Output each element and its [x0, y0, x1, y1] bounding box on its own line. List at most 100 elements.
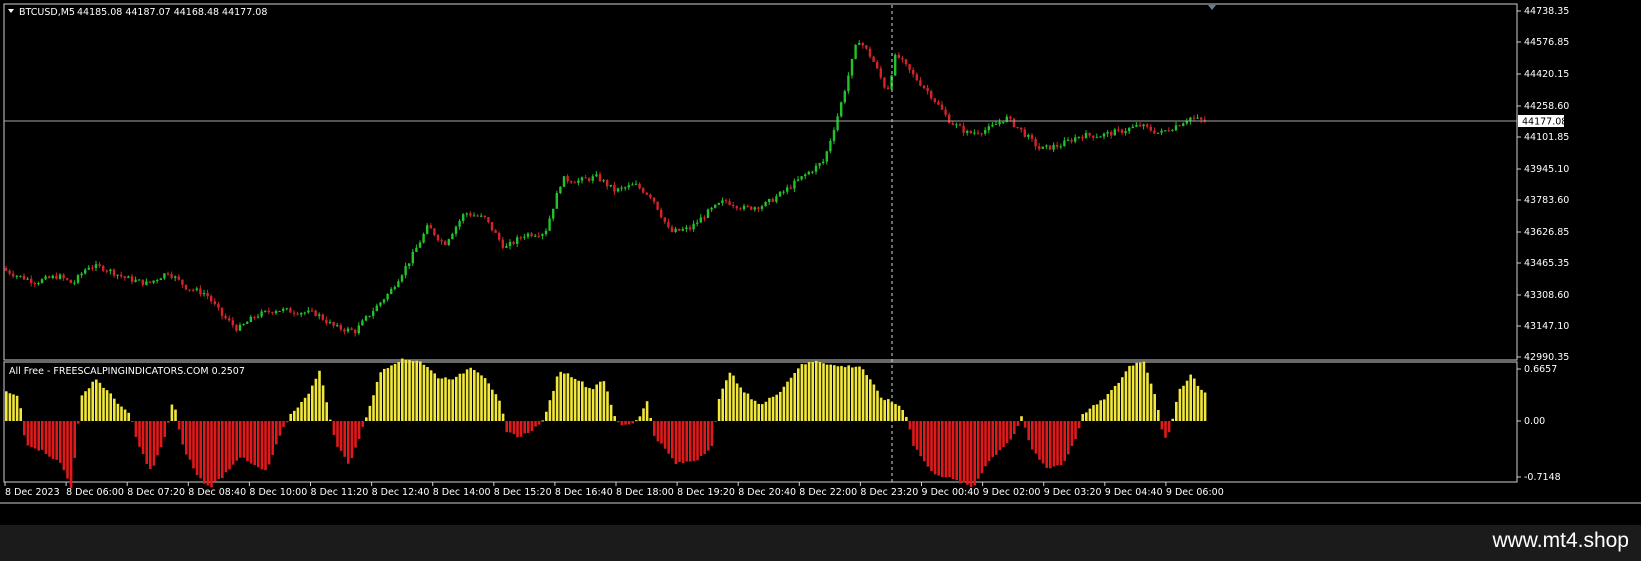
- histogram-bar: [1085, 412, 1088, 421]
- histogram-bar: [339, 421, 343, 451]
- candle-body: [714, 204, 717, 208]
- histogram-bar: [631, 421, 634, 424]
- candle-body: [1113, 129, 1116, 136]
- candle-body: [634, 183, 638, 185]
- histogram-bar: [422, 364, 426, 421]
- candle-body: [451, 233, 454, 240]
- histogram-bar: [1193, 378, 1196, 421]
- candle-body: [1023, 129, 1026, 137]
- histogram-bar: [804, 364, 807, 421]
- candle-body: [426, 225, 429, 234]
- histogram-bar: [51, 421, 55, 459]
- candle-body: [400, 275, 404, 282]
- candle-body: [854, 44, 857, 59]
- candle-body: [624, 187, 627, 189]
- time-tick-label: 8 Dec 20:40: [738, 487, 796, 498]
- candle-body: [1182, 123, 1185, 127]
- histogram-bar: [87, 388, 91, 421]
- candle-body: [796, 179, 800, 181]
- histogram-bar: [1031, 421, 1034, 450]
- candle-body: [994, 124, 998, 126]
- histogram-bar: [1067, 421, 1070, 455]
- time-tick-label: 8 Dec 10:00: [249, 487, 307, 498]
- price-tick-label: 44101.85: [1524, 132, 1569, 143]
- candle-body: [696, 222, 699, 224]
- histogram-bar: [1160, 421, 1164, 430]
- histogram-bar: [224, 421, 228, 473]
- candle-body: [404, 266, 407, 276]
- histogram-bar: [303, 397, 307, 421]
- candle-body: [159, 278, 162, 280]
- candle-body: [627, 185, 630, 188]
- indicator-tick-low: -0.7148: [1524, 472, 1561, 483]
- histogram-bar: [642, 408, 645, 421]
- candle-body: [501, 239, 504, 248]
- candle-body: [904, 59, 908, 65]
- candle-body: [786, 187, 789, 192]
- histogram-bar: [998, 421, 1002, 451]
- candle-body: [652, 197, 656, 202]
- price-tick-label: 44576.85: [1524, 37, 1569, 48]
- candle-body: [454, 226, 458, 234]
- candle-body: [1149, 126, 1152, 131]
- candle-body: [188, 289, 191, 291]
- candle-body: [303, 312, 306, 314]
- histogram-bar: [995, 421, 998, 455]
- histogram-bar: [1027, 421, 1030, 441]
- histogram-bar: [145, 421, 148, 464]
- candle-body: [1156, 132, 1160, 134]
- histogram-bar: [617, 421, 620, 423]
- candle-body: [742, 205, 746, 210]
- candle-body: [1131, 126, 1134, 128]
- candle-body: [1117, 129, 1120, 131]
- candle-body: [213, 301, 216, 304]
- candle-body: [656, 201, 659, 210]
- candle-body: [789, 187, 792, 189]
- histogram-bar: [1074, 421, 1077, 440]
- candle-body: [177, 276, 180, 280]
- histogram-bar: [595, 384, 598, 421]
- histogram-bar: [498, 400, 501, 421]
- histogram-bar: [735, 383, 739, 421]
- histogram-bar: [951, 421, 955, 480]
- histogram-bar: [541, 420, 544, 422]
- histogram-bar: [714, 421, 717, 423]
- candle-body: [631, 184, 634, 186]
- chart-background: [0, 0, 1641, 525]
- candle-body: [94, 264, 98, 268]
- candle-body: [699, 217, 702, 223]
- candle-body: [220, 307, 224, 316]
- candle-body: [4, 267, 8, 271]
- histogram-bar: [314, 378, 318, 421]
- trading-chart[interactable]: BTCUSD,M5 44185.08 44187.07 44168.48 441…: [0, 0, 1641, 525]
- histogram-bar: [1139, 362, 1142, 421]
- candle-body: [1160, 130, 1163, 133]
- candle-body: [170, 274, 173, 278]
- candle-body: [163, 273, 166, 279]
- candle-body: [444, 241, 447, 245]
- candle-body: [825, 151, 828, 162]
- histogram-bar: [786, 381, 789, 421]
- candle-body: [645, 192, 648, 195]
- candle-body: [328, 322, 332, 324]
- candle-body: [361, 320, 364, 326]
- histogram-bar: [217, 421, 220, 479]
- histogram-bar: [815, 360, 818, 421]
- candle-body: [84, 269, 87, 274]
- candle-body: [573, 182, 576, 184]
- candle-body: [678, 228, 681, 231]
- histogram-bar: [354, 421, 357, 448]
- candle-body: [822, 161, 825, 164]
- candle-body: [224, 315, 227, 319]
- candle-body: [933, 98, 936, 102]
- candle-body: [228, 318, 231, 321]
- histogram-bar: [249, 421, 253, 464]
- candle-body: [908, 64, 911, 71]
- candle-body: [930, 91, 933, 99]
- histogram-bar: [1117, 382, 1120, 421]
- candle-body: [343, 329, 346, 332]
- histogram-bar: [213, 421, 217, 482]
- candle-body: [577, 180, 580, 183]
- candle-body: [552, 208, 555, 219]
- histogram-bar: [134, 421, 138, 437]
